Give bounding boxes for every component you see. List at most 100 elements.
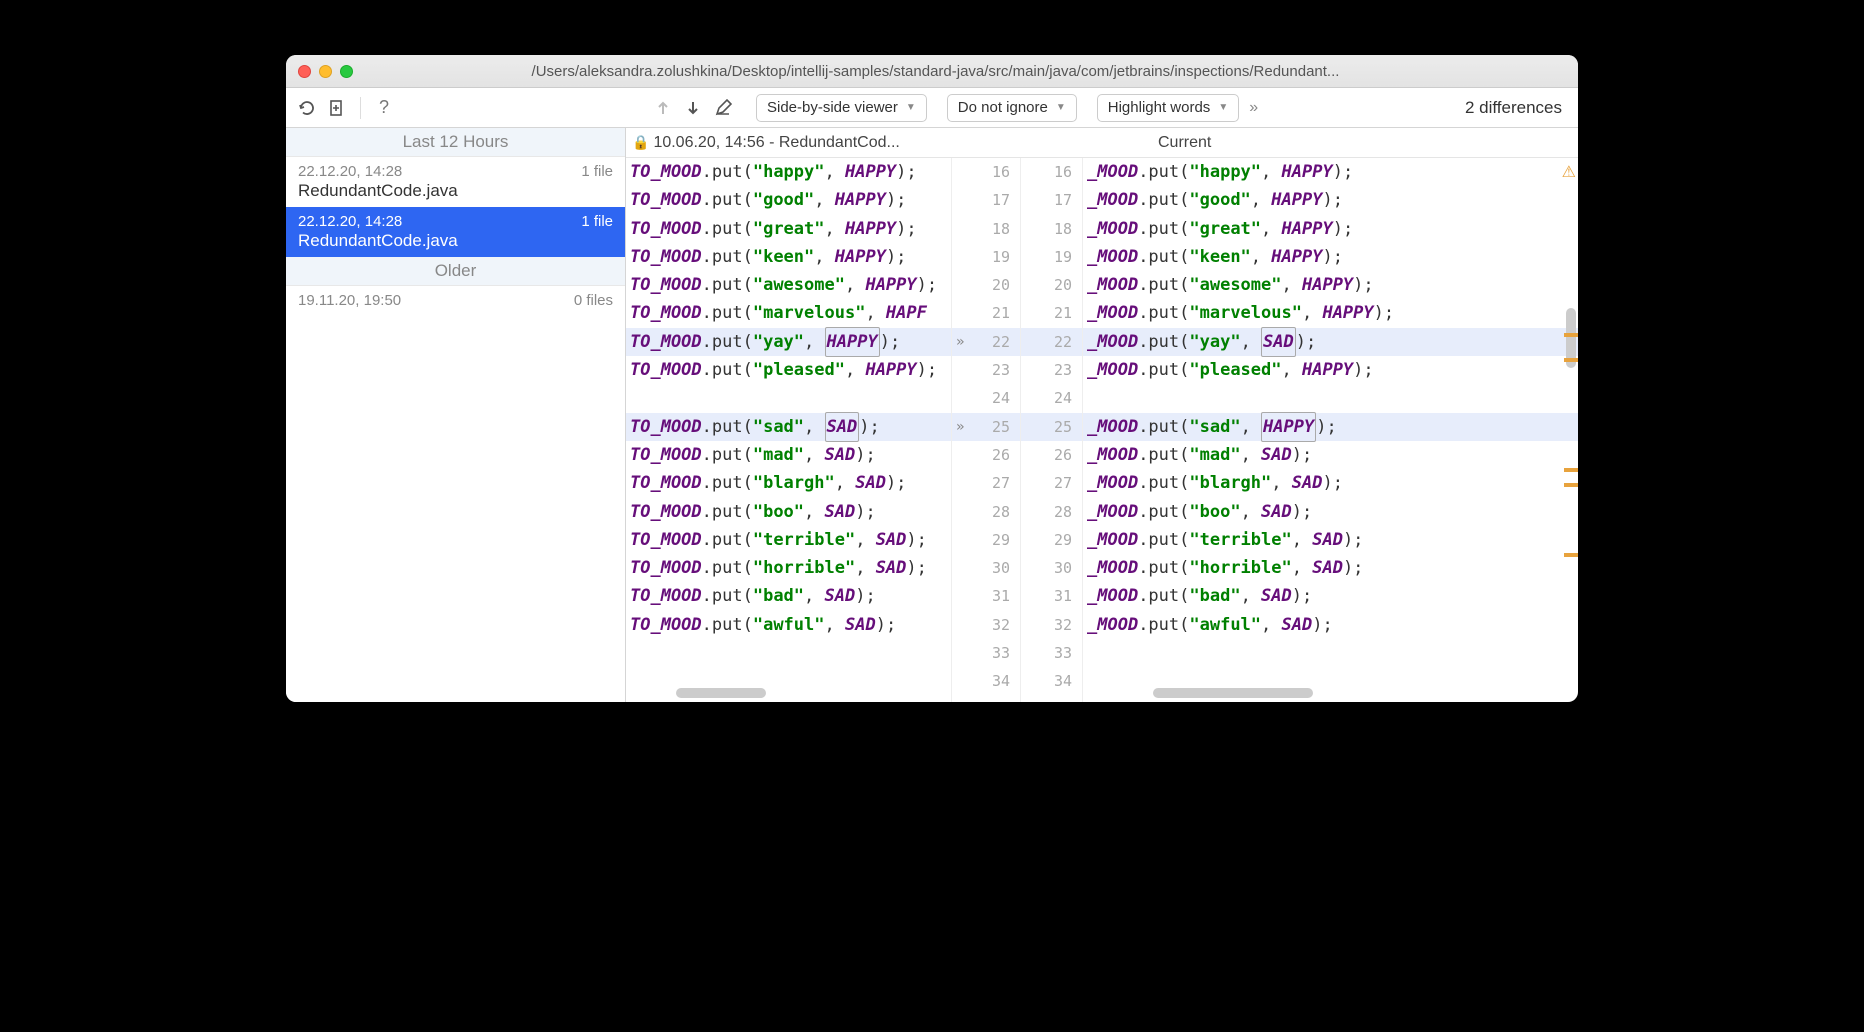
next-diff-button[interactable] xyxy=(680,95,706,121)
code-line[interactable]: TO_MOOD.put("awesome", HAPPY); xyxy=(626,271,951,299)
toolbar: ? Side-by-side viewer ▼ Do not ignore ▼ … xyxy=(286,88,1578,128)
code-line[interactable]: _MOOD.put("great", HAPPY); xyxy=(1083,215,1578,243)
patch-button[interactable] xyxy=(324,95,350,121)
code-line[interactable]: _MOOD.put("yay", SAD); xyxy=(1083,328,1578,356)
history-item[interactable]: 22.12.20, 14:28 1 file RedundantCode.jav… xyxy=(286,157,625,207)
code-line[interactable]: _MOOD.put("awesome", HAPPY); xyxy=(1083,271,1578,299)
code-line[interactable]: _MOOD.put("good", HAPPY); xyxy=(1083,186,1578,214)
gutter-line: 23 xyxy=(1021,356,1082,384)
more-actions-icon[interactable]: » xyxy=(1243,99,1264,117)
code-line[interactable] xyxy=(626,384,951,412)
diff-area: 🔒 10.06.20, 14:56 - RedundantCod... Curr… xyxy=(626,128,1578,702)
code-line[interactable]: _MOOD.put("horrible", SAD); xyxy=(1083,554,1578,582)
chevron-down-icon: ▼ xyxy=(1056,102,1066,113)
diff-marker[interactable] xyxy=(1564,358,1578,362)
code-line[interactable]: _MOOD.put("keen", HAPPY); xyxy=(1083,243,1578,271)
ignore-mode-select[interactable]: Do not ignore ▼ xyxy=(947,94,1077,122)
code-line[interactable]: _MOOD.put("pleased", HAPPY); xyxy=(1083,356,1578,384)
code-line[interactable] xyxy=(626,667,951,695)
error-stripe[interactable]: ⚠ xyxy=(1564,158,1578,702)
gutter-line: 26 xyxy=(952,441,1020,469)
gutter-line: 19 xyxy=(1021,243,1082,271)
code-line[interactable]: _MOOD.put("sad", HAPPY); xyxy=(1083,413,1578,441)
code-line[interactable]: TO_MOOD.put("horrible", SAD); xyxy=(626,554,951,582)
viewer-mode-label: Side-by-side viewer xyxy=(767,99,898,116)
code-line[interactable]: TO_MOOD.put("blargh", SAD); xyxy=(626,469,951,497)
window-title: /Users/aleksandra.zolushkina/Desktop/int… xyxy=(365,63,1506,80)
right-code-pane[interactable]: _MOOD.put("happy", HAPPY);_MOOD.put("goo… xyxy=(1083,158,1578,702)
viewer-mode-select[interactable]: Side-by-side viewer ▼ xyxy=(756,94,927,122)
diff-marker[interactable] xyxy=(1564,553,1578,557)
code-line[interactable]: _MOOD.put("marvelous", HAPPY); xyxy=(1083,299,1578,327)
gutter-line: 28 xyxy=(1021,498,1082,526)
gutter-line: 34 xyxy=(1021,667,1082,695)
code-line[interactable]: _MOOD.put("bad", SAD); xyxy=(1083,582,1578,610)
warning-icon[interactable]: ⚠ xyxy=(1562,162,1576,182)
horizontal-scrollbar[interactable] xyxy=(676,688,766,698)
history-item-selected[interactable]: 22.12.20, 14:28 1 file RedundantCode.jav… xyxy=(286,207,625,257)
gutter-line: 33 xyxy=(952,639,1020,667)
history-item[interactable]: 19.11.20, 19:50 0 files xyxy=(286,286,625,315)
code-line[interactable] xyxy=(1083,384,1578,412)
gutter-line: 28 xyxy=(952,498,1020,526)
left-gutter: 161718192021»222324»25262728293031323334 xyxy=(951,158,1021,702)
insert-arrow-icon[interactable]: » xyxy=(956,328,964,356)
diff-marker[interactable] xyxy=(1564,483,1578,487)
diff-marker[interactable] xyxy=(1564,333,1578,337)
history-filename: RedundantCode.java xyxy=(298,181,613,201)
gutter-line: 26 xyxy=(1021,441,1082,469)
code-line[interactable]: _MOOD.put("mad", SAD); xyxy=(1083,441,1578,469)
gutter-line: 29 xyxy=(1021,526,1082,554)
gutter-line: »25 xyxy=(952,413,1020,441)
code-line[interactable]: TO_MOOD.put("great", HAPPY); xyxy=(626,215,951,243)
code-line[interactable]: TO_MOOD.put("marvelous", HAPF xyxy=(626,299,951,327)
gutter-line: »22 xyxy=(952,328,1020,356)
diff-marker[interactable] xyxy=(1564,468,1578,472)
insert-arrow-icon[interactable]: » xyxy=(956,413,964,441)
gutter-line: 24 xyxy=(952,384,1020,412)
maximize-icon[interactable] xyxy=(340,65,353,78)
horizontal-scrollbar[interactable] xyxy=(1153,688,1313,698)
code-line[interactable]: _MOOD.put("boo", SAD); xyxy=(1083,498,1578,526)
gutter-line: 31 xyxy=(1021,582,1082,610)
code-line[interactable]: _MOOD.put("happy", HAPPY); xyxy=(1083,158,1578,186)
left-code-pane[interactable]: TO_MOOD.put("happy", HAPPY);TO_MOOD.put(… xyxy=(626,158,951,702)
minimize-icon[interactable] xyxy=(319,65,332,78)
gutter-line: 18 xyxy=(952,215,1020,243)
traffic-lights xyxy=(298,65,353,78)
gutter-line: 25 xyxy=(1021,413,1082,441)
history-date: 22.12.20, 14:28 xyxy=(298,213,402,230)
revert-button[interactable] xyxy=(294,95,320,121)
code-line[interactable]: TO_MOOD.put("mad", SAD); xyxy=(626,441,951,469)
edit-button[interactable] xyxy=(710,95,736,121)
prev-diff-button[interactable] xyxy=(650,95,676,121)
history-sidebar[interactable]: Last 12 Hours 22.12.20, 14:28 1 file Red… xyxy=(286,128,626,702)
code-line[interactable] xyxy=(1083,639,1578,667)
code-line[interactable]: TO_MOOD.put("boo", SAD); xyxy=(626,498,951,526)
code-line[interactable]: TO_MOOD.put("happy", HAPPY); xyxy=(626,158,951,186)
lock-icon: 🔒 xyxy=(632,134,649,151)
gutter-line: 30 xyxy=(952,554,1020,582)
close-icon[interactable] xyxy=(298,65,311,78)
code-line[interactable]: TO_MOOD.put("sad", SAD); xyxy=(626,413,951,441)
code-line[interactable]: TO_MOOD.put("bad", SAD); xyxy=(626,582,951,610)
code-line[interactable] xyxy=(626,639,951,667)
code-line[interactable]: TO_MOOD.put("awful", SAD); xyxy=(626,611,951,639)
chevron-down-icon: ▼ xyxy=(1218,102,1228,113)
code-line[interactable]: _MOOD.put("terrible", SAD); xyxy=(1083,526,1578,554)
code-line[interactable]: TO_MOOD.put("pleased", HAPPY); xyxy=(626,356,951,384)
ignore-mode-label: Do not ignore xyxy=(958,99,1048,116)
section-header: Last 12 Hours xyxy=(286,128,625,157)
titlebar[interactable]: /Users/aleksandra.zolushkina/Desktop/int… xyxy=(286,55,1578,88)
code-line[interactable]: _MOOD.put("awful", SAD); xyxy=(1083,611,1578,639)
help-button[interactable]: ? xyxy=(371,95,397,121)
code-line[interactable]: _MOOD.put("blargh", SAD); xyxy=(1083,469,1578,497)
code-line[interactable]: TO_MOOD.put("yay", HAPPY); xyxy=(626,328,951,356)
history-files: 1 file xyxy=(581,163,613,180)
code-line[interactable]: TO_MOOD.put("keen", HAPPY); xyxy=(626,243,951,271)
code-line[interactable]: TO_MOOD.put("good", HAPPY); xyxy=(626,186,951,214)
highlight-mode-select[interactable]: Highlight words ▼ xyxy=(1097,94,1239,122)
gutter-line: 16 xyxy=(1021,158,1082,186)
code-line[interactable]: TO_MOOD.put("terrible", SAD); xyxy=(626,526,951,554)
gutter-line: 22 xyxy=(1021,328,1082,356)
